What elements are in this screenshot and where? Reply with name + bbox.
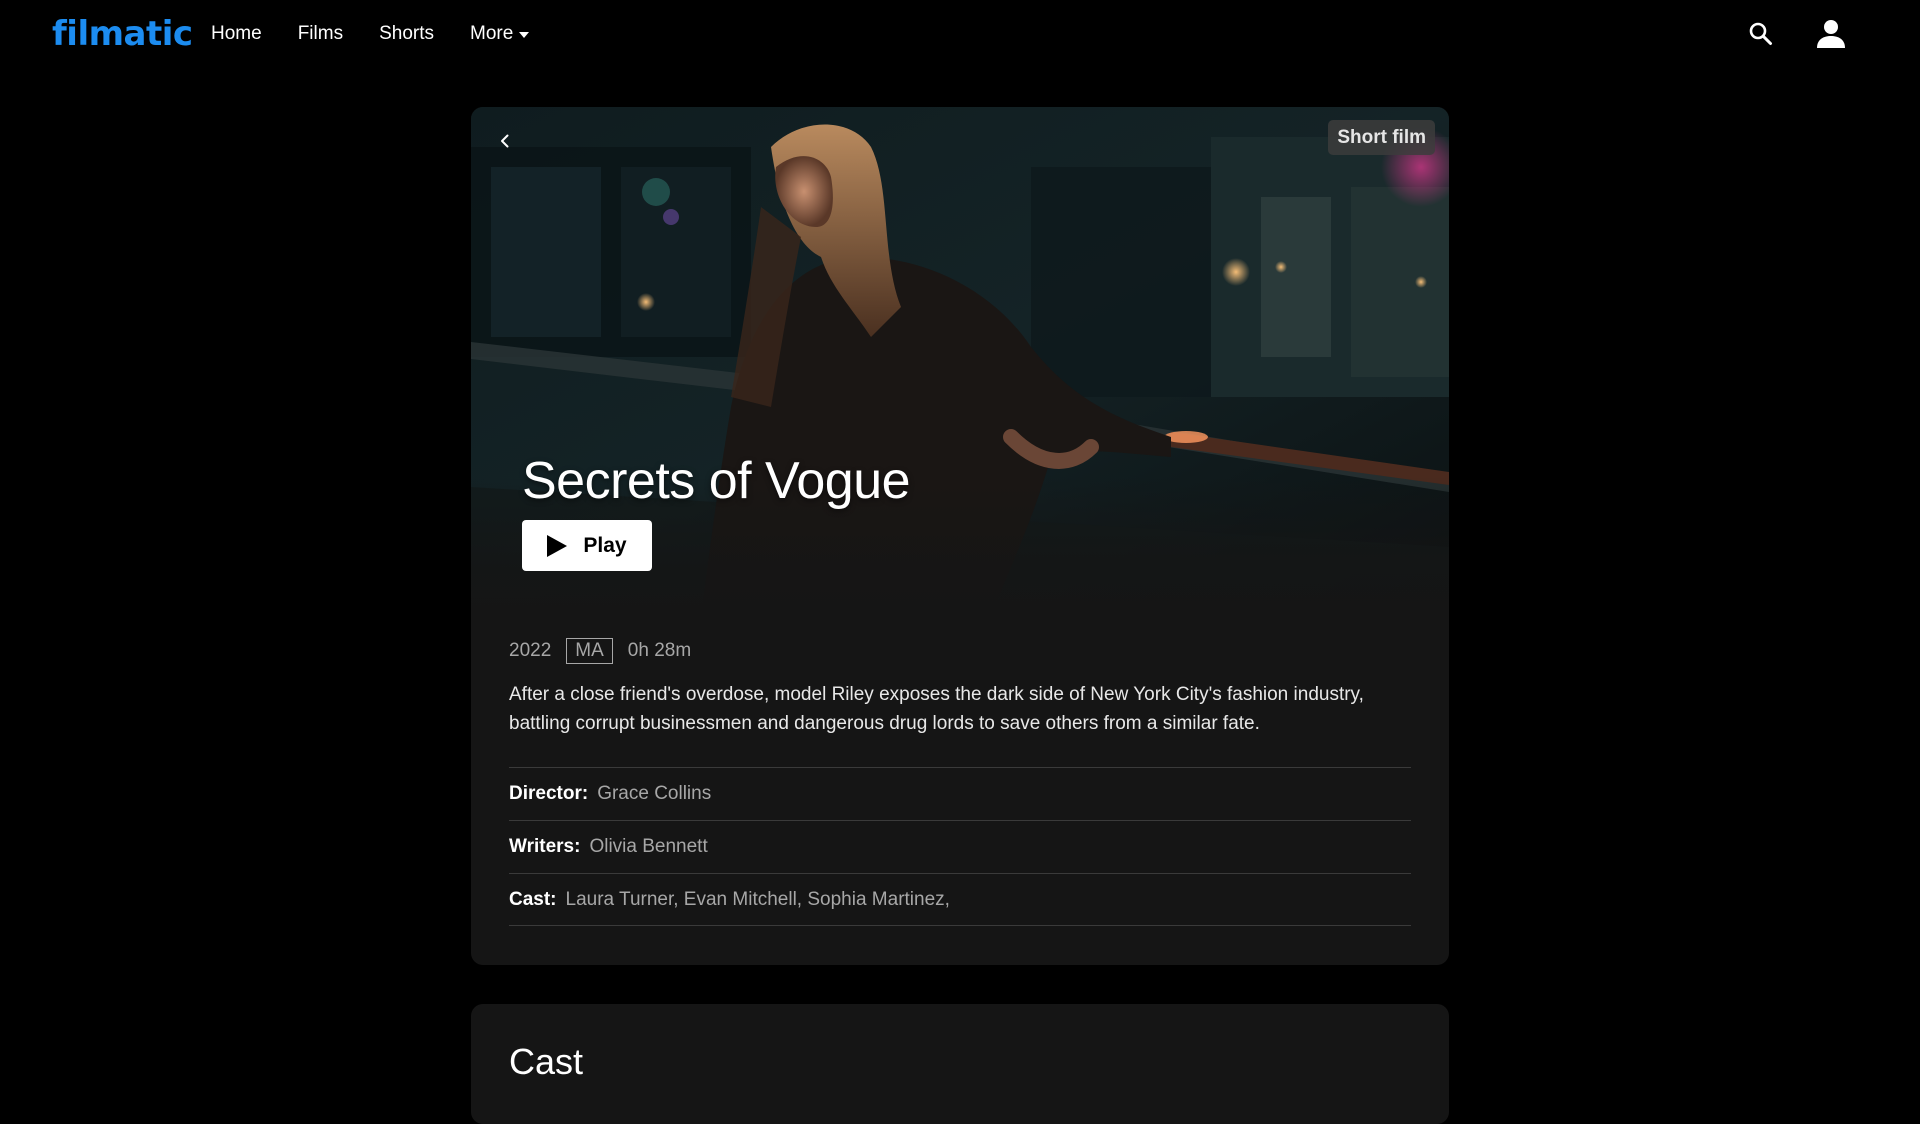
- caret-down-icon: [519, 31, 530, 38]
- nav-more-dropdown[interactable]: More: [470, 21, 530, 47]
- credit-row-writers: Writers: Olivia Bennett: [509, 820, 1411, 873]
- film-description: After a close friend's overdose, model R…: [509, 684, 1364, 734]
- nav-home-link[interactable]: Home: [211, 21, 262, 47]
- chevron-left-icon: [501, 134, 509, 148]
- play-button-label: Play: [583, 533, 627, 557]
- credit-value: Grace Collins: [597, 783, 712, 804]
- credits-list: Director: Grace Collins Writers: Olivia …: [509, 767, 1411, 926]
- release-year: 2022: [509, 640, 552, 661]
- user-icon: [1817, 20, 1845, 48]
- top-navigation: filmatic Home Films Shorts More: [0, 0, 1920, 68]
- hero-banner: Short film Secrets of Vogue Play: [471, 107, 1449, 617]
- film-detail-card: Short film Secrets of Vogue Play 2022 MA…: [471, 107, 1449, 965]
- back-button[interactable]: [487, 123, 523, 159]
- search-button[interactable]: [1748, 21, 1774, 47]
- cast-section: Cast: [471, 1004, 1449, 1124]
- maturity-rating-badge: MA: [566, 638, 613, 664]
- nav-films-link[interactable]: Films: [298, 21, 343, 47]
- credit-row-cast: Cast: Laura Turner, Evan Mitchell, Sophi…: [509, 873, 1411, 926]
- nav-more-label: More: [470, 23, 514, 44]
- play-icon: [547, 534, 568, 557]
- credit-value: Laura Turner, Evan Mitchell, Sophia Mart…: [565, 888, 950, 910]
- play-button[interactable]: Play: [522, 520, 652, 571]
- user-account-button[interactable]: [1815, 18, 1847, 50]
- film-metadata: 2022 MA 0h 28m: [509, 638, 691, 664]
- credit-row-director: Director: Grace Collins: [509, 767, 1411, 820]
- content-type-badge: Short film: [1328, 120, 1435, 155]
- credit-value: Olivia Bennett: [589, 836, 708, 857]
- film-title: Secrets of Vogue: [522, 452, 911, 510]
- credit-label: Cast:: [509, 888, 557, 910]
- main-nav: Home Films Shorts More: [211, 21, 565, 47]
- search-icon: [1749, 22, 1772, 45]
- credit-label: Writers:: [509, 836, 581, 857]
- cast-heading: Cast: [509, 1041, 584, 1082]
- nav-shorts-link[interactable]: Shorts: [379, 21, 434, 47]
- runtime: 0h 28m: [627, 640, 692, 661]
- credit-label: Director:: [509, 783, 589, 804]
- filmatic-logo[interactable]: filmatic: [52, 12, 193, 56]
